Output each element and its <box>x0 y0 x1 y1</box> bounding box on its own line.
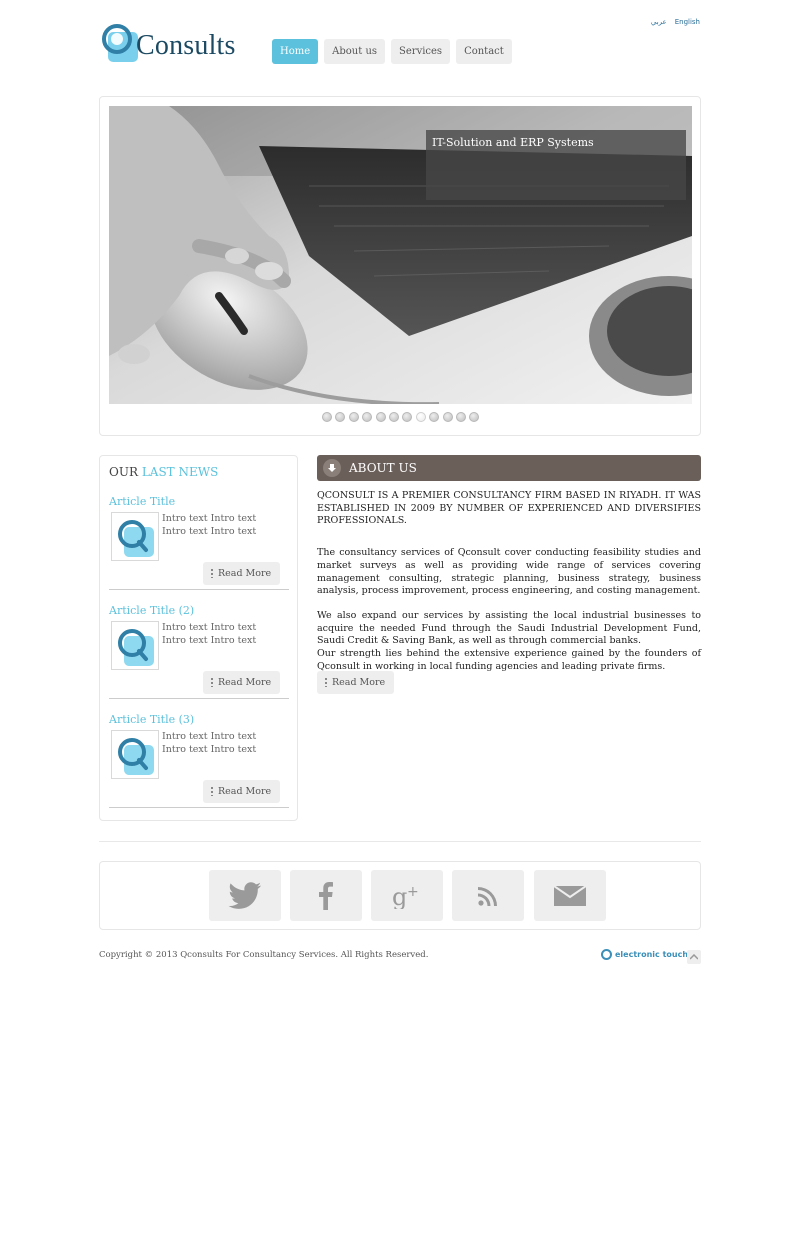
about-read-more-button[interactable]: Read More <box>317 671 395 694</box>
about-paragraph: We also expand our services by assisting… <box>317 609 701 647</box>
slider-dot[interactable] <box>335 412 346 422</box>
slider-pagination <box>322 412 480 422</box>
read-more-button[interactable]: Read More <box>203 671 281 694</box>
about-us-header: ABOUT US <box>317 455 701 481</box>
news-article: Article Title (2) Intro text Intro text … <box>109 604 289 699</box>
latest-news-panel: OUR LAST NEWS Article Title Intro text I… <box>99 455 298 821</box>
nav-contact[interactable]: Contact <box>456 39 512 64</box>
q-logo-icon <box>118 520 154 557</box>
google-plus-button[interactable]: g + <box>371 870 443 921</box>
about-paragraph: The consultancy services of Qconsult cov… <box>317 547 701 597</box>
q-logo-icon <box>102 24 138 62</box>
site-logo[interactable]: Consults <box>100 22 252 66</box>
back-to-top-button[interactable] <box>687 950 701 964</box>
language-switcher: عربي English <box>651 18 700 26</box>
logo-text: Consults <box>136 30 236 61</box>
news-heading-prefix: OUR <box>109 465 138 479</box>
social-links-bar: g + <box>99 861 701 930</box>
arrow-down-icon <box>323 459 341 477</box>
about-lead: QCONSULT IS A PREMIER CONSULTANCY FIRM B… <box>317 490 701 527</box>
lang-arabic[interactable]: عربي <box>651 18 667 26</box>
slider-dot[interactable] <box>348 412 359 422</box>
main-nav: Home About us Services Contact <box>272 39 512 64</box>
q-logo-icon <box>118 629 154 666</box>
twitter-button[interactable] <box>209 870 281 921</box>
slider-dot[interactable] <box>455 412 466 422</box>
article-title[interactable]: Article Title (2) <box>109 604 194 617</box>
svg-text:+: + <box>407 884 419 900</box>
read-more-button[interactable]: Read More <box>203 562 281 585</box>
article-intro: Intro text Intro text Intro text Intro t… <box>162 731 257 755</box>
news-article: Article Title (3) Intro text Intro text … <box>109 713 289 808</box>
electronic-touch-icon <box>601 949 612 960</box>
slider-dot[interactable] <box>388 412 399 422</box>
facebook-button[interactable] <box>290 870 362 921</box>
slide-image: IT-Solution and ERP Systems <box>109 106 692 404</box>
news-heading-accent: LAST NEWS <box>141 465 219 479</box>
about-us-text: QCONSULT IS A PREMIER CONSULTANCY FIRM B… <box>317 490 701 685</box>
nav-about-us[interactable]: About us <box>324 39 386 64</box>
article-title[interactable]: Article Title <box>109 495 175 508</box>
slider-dot[interactable] <box>362 412 373 422</box>
about-us-title: ABOUT US <box>349 461 417 475</box>
image-slider: IT-Solution and ERP Systems <box>99 96 701 436</box>
facebook-icon <box>319 881 333 910</box>
slider-dot[interactable] <box>469 412 480 422</box>
svg-text:g: g <box>392 883 407 909</box>
slider-dot[interactable] <box>402 412 413 422</box>
rss-icon <box>478 886 497 906</box>
credit-logo[interactable]: electronic touch <box>601 949 688 960</box>
email-button[interactable] <box>534 870 606 921</box>
about-paragraph: Our strength lies behind the extensive e… <box>317 648 701 672</box>
slide-caption: IT-Solution and ERP Systems <box>426 130 686 200</box>
rss-button[interactable] <box>452 870 524 921</box>
nav-services[interactable]: Services <box>391 39 451 64</box>
mail-icon <box>554 885 586 906</box>
slider-dot[interactable] <box>442 412 453 422</box>
news-heading: OUR LAST NEWS <box>109 465 218 479</box>
news-article: Article Title Intro text Intro text Intr… <box>109 495 289 590</box>
article-thumbnail[interactable] <box>111 730 159 779</box>
q-logo-icon <box>118 738 154 775</box>
divider <box>99 841 701 842</box>
slider-dot[interactable] <box>375 412 386 422</box>
article-intro: Intro text Intro text Intro text Intro t… <box>162 622 257 646</box>
credit-text: electronic touch <box>615 950 689 959</box>
slider-dot[interactable] <box>429 412 440 422</box>
google-plus-icon: g + <box>392 883 419 909</box>
article-thumbnail[interactable] <box>111 621 159 670</box>
copyright-text: Copyright © 2013 Qconsults For Consultan… <box>99 950 429 960</box>
lang-english[interactable]: English <box>675 18 700 26</box>
slider-dot[interactable] <box>415 412 426 422</box>
nav-home[interactable]: Home <box>272 39 319 64</box>
article-thumbnail[interactable] <box>111 512 159 561</box>
slider-dot[interactable] <box>322 412 332 422</box>
article-intro: Intro text Intro text Intro text Intro t… <box>162 513 257 537</box>
article-title[interactable]: Article Title (3) <box>109 713 194 726</box>
read-more-button[interactable]: Read More <box>203 780 281 803</box>
chevron-up-icon <box>690 954 698 960</box>
twitter-icon <box>228 881 262 909</box>
